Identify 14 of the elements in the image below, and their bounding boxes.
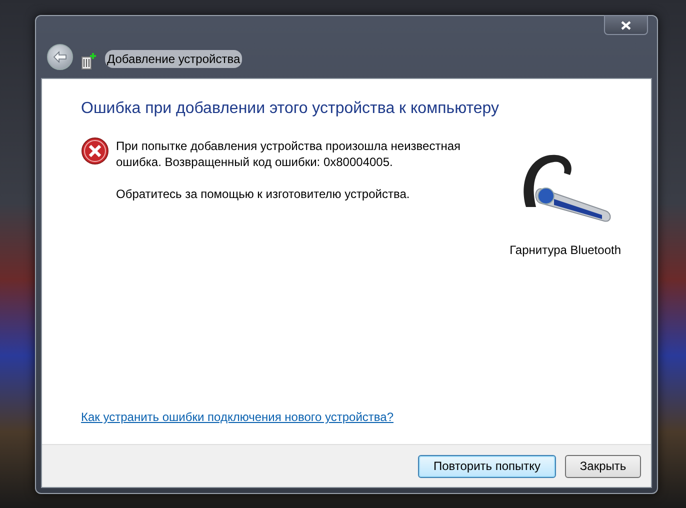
close-button[interactable] xyxy=(604,15,648,35)
back-arrow-icon xyxy=(53,51,67,63)
device-add-icon xyxy=(81,52,97,70)
window-title: Добавление устройства xyxy=(105,50,242,68)
dialog-heading: Ошибка при добавлении этого устройства к компьютеру xyxy=(81,99,500,119)
error-message: При попытке добавления устройства произошла неизвестная ошибка. Возвращенный код ошибки: 0x80004005. xyxy=(116,138,462,170)
dialog-button[interactable]: Повторить попытку xyxy=(418,454,556,478)
error-message: Обратитесь за помощью к изготовителю устройства. xyxy=(116,186,411,202)
device-label: Гарнитура Bluetooth xyxy=(510,242,621,259)
back-button[interactable] xyxy=(47,44,73,70)
close-icon xyxy=(621,20,631,30)
error-icon xyxy=(81,137,109,165)
dialog-button[interactable]: Закрыть xyxy=(565,454,641,478)
help-link[interactable]: Как устранить ошибки подключения нового устройства? xyxy=(81,408,394,426)
